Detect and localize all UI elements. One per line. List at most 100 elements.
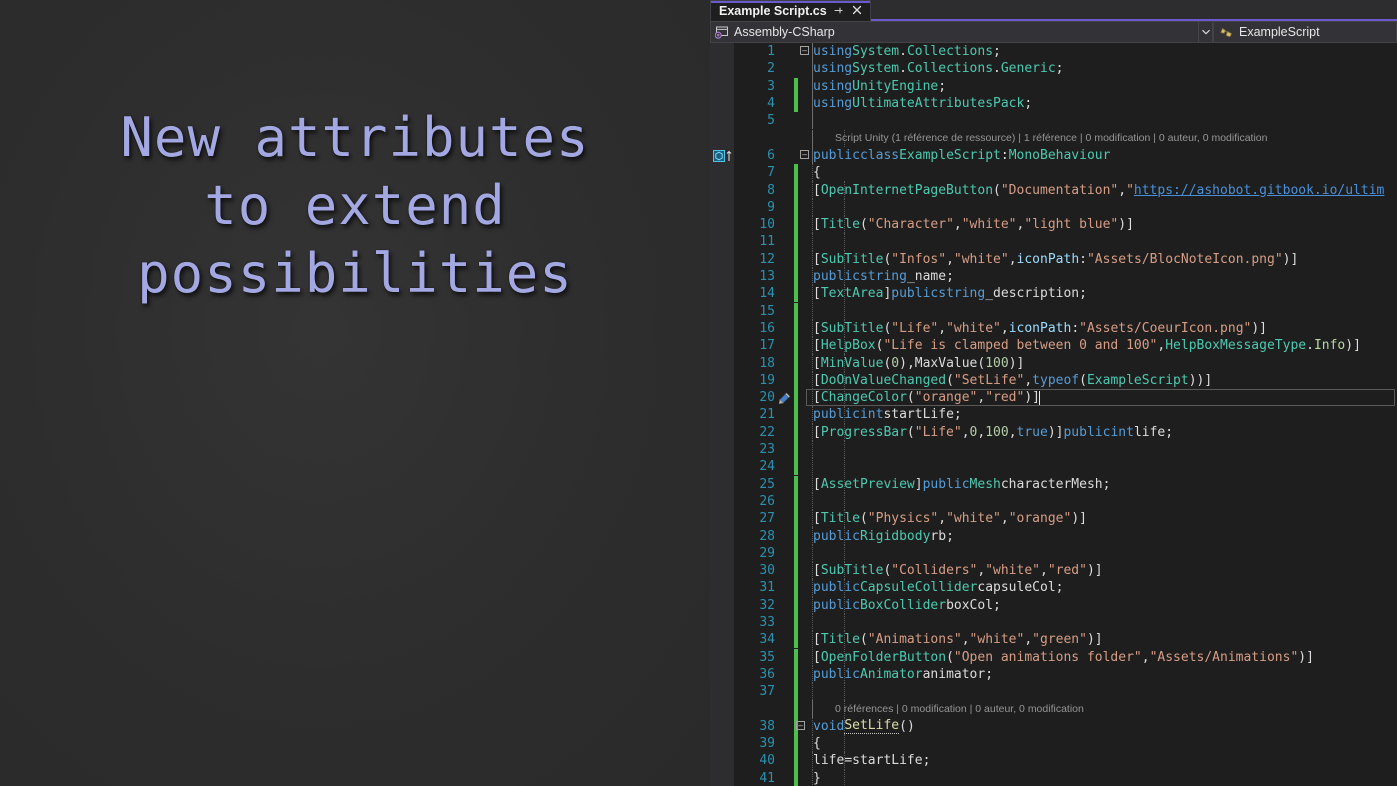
change-indicator xyxy=(794,285,798,302)
code-line[interactable]: 21 public int startLife; xyxy=(734,406,1397,423)
code-line[interactable]: 11 xyxy=(734,233,1397,250)
line-number: 16 xyxy=(734,321,775,336)
project-combo-dropdown-icon[interactable] xyxy=(1199,21,1213,43)
line-number: 22 xyxy=(734,425,775,440)
code-line[interactable]: 38– void SetLife() xyxy=(734,718,1397,735)
code-line[interactable]: 28 public Rigidbody rb; xyxy=(734,527,1397,544)
code-line[interactable]: 3using UnityEngine; xyxy=(734,78,1397,95)
tab-strip-empty xyxy=(871,0,1397,21)
code-line[interactable]: 33 xyxy=(734,614,1397,631)
change-indicator xyxy=(794,458,798,475)
code-line[interactable]: 7{ xyxy=(734,164,1397,181)
indent-guide xyxy=(844,545,845,562)
code-line[interactable]: 35 [OpenFolderButton("Open animations fo… xyxy=(734,649,1397,666)
type-combo-label: ExampleScript xyxy=(1239,25,1320,39)
indent-guide xyxy=(844,493,845,510)
project-combo-label: Assembly-CSharp xyxy=(734,25,835,39)
line-number: 23 xyxy=(734,442,775,457)
code-line[interactable]: 1–using System.Collections; xyxy=(734,43,1397,60)
code-line[interactable]: 6–public class ExampleScript : MonoBehav… xyxy=(734,147,1397,164)
change-indicator xyxy=(794,476,798,493)
indent-guide xyxy=(844,735,845,752)
unity-script-icon[interactable] xyxy=(713,150,732,162)
tab-example-script-cs[interactable]: Example Script.cs xyxy=(710,0,871,21)
code-line[interactable]: 19 [DoOnValueChanged("SetLife", typeof(E… xyxy=(734,372,1397,389)
code-line[interactable]: 2using System.Collections.Generic; xyxy=(734,60,1397,77)
code-line[interactable]: 14 [TextArea] public string _description… xyxy=(734,285,1397,302)
fold-toggle-icon[interactable]: – xyxy=(800,150,809,159)
code-line[interactable]: 4using UltimateAttributesPack; xyxy=(734,95,1397,112)
codelens-row[interactable]: Script Unity (1 référence de ressource) … xyxy=(734,130,1397,147)
code-line[interactable]: 10 [Title("Character", "white", "light b… xyxy=(734,216,1397,233)
line-number: 21 xyxy=(734,407,775,422)
line-number: 8 xyxy=(734,183,775,198)
change-indicator xyxy=(794,78,798,95)
change-indicator xyxy=(794,268,798,285)
code-text: [Title("Character", "white", "light blue… xyxy=(813,216,1134,233)
code-line[interactable]: 26 xyxy=(734,493,1397,510)
code-line[interactable]: 40 life = startLife; xyxy=(734,752,1397,769)
change-indicator xyxy=(794,545,798,562)
hero-title: New attributes to extend possibilities xyxy=(0,104,710,308)
line-number: 10 xyxy=(734,217,775,232)
code-text: [ChangeColor("orange", "red")] xyxy=(813,389,1040,406)
codelens-text[interactable]: 0 références | 0 modification | 0 auteur… xyxy=(835,700,1084,717)
line-number: 20 xyxy=(734,390,775,405)
code-line[interactable]: 12 [SubTitle("Infos", "white", iconPath:… xyxy=(734,251,1397,268)
line-number: 11 xyxy=(734,234,775,249)
code-line[interactable]: 41 } xyxy=(734,770,1397,786)
code-line[interactable]: 30 [SubTitle("Colliders", "white", "red"… xyxy=(734,562,1397,579)
codelens-text[interactable]: Script Unity (1 référence de ressource) … xyxy=(835,130,1267,147)
line-number: 27 xyxy=(734,511,775,526)
code-line[interactable]: 15 xyxy=(734,303,1397,320)
code-line[interactable]: 8 [OpenInternetPageButton("Documentation… xyxy=(734,181,1397,198)
indent-guide xyxy=(844,233,845,250)
code-text: life = startLife; xyxy=(813,752,930,769)
type-combo[interactable]: ExampleScript xyxy=(1213,21,1397,43)
code-line[interactable]: 24 xyxy=(734,458,1397,475)
code-line[interactable]: 9 xyxy=(734,199,1397,216)
structure-guide xyxy=(812,233,813,250)
code-line[interactable]: 36 public Animator animator; xyxy=(734,666,1397,683)
code-line[interactable]: 34 [Title("Animations", "white", "green"… xyxy=(734,631,1397,648)
codelens-row[interactable]: 0 références | 0 modification | 0 auteur… xyxy=(734,700,1397,717)
code-line[interactable]: 25 [AssetPreview] public Mesh characterM… xyxy=(734,476,1397,493)
code-line[interactable]: 13 public string _name; xyxy=(734,268,1397,285)
change-indicator xyxy=(794,441,798,458)
fold-toggle-icon[interactable]: – xyxy=(800,46,809,55)
change-indicator xyxy=(794,735,798,752)
change-indicator xyxy=(794,631,798,648)
code-text: [AssetPreview] public Mesh characterMesh… xyxy=(813,476,1110,493)
code-editor[interactable]: 1–using System.Collections;2using System… xyxy=(710,43,1397,786)
code-text: { xyxy=(813,164,821,181)
change-indicator xyxy=(794,614,798,631)
code-line[interactable]: 27 [Title("Physics", "white", "orange")] xyxy=(734,510,1397,527)
fold-toggle-icon[interactable]: – xyxy=(796,721,805,730)
code-line[interactable]: 5 xyxy=(734,112,1397,129)
code-line[interactable]: 32 public BoxCollider boxCol; xyxy=(734,597,1397,614)
code-line[interactable]: 17 [HelpBox("Life is clamped between 0 a… xyxy=(734,337,1397,354)
code-line[interactable]: 29 xyxy=(734,545,1397,562)
code-line[interactable]: 16 [SubTitle("Life", "white", iconPath: … xyxy=(734,320,1397,337)
code-text: public CapsuleCollider capsuleCol; xyxy=(813,579,1063,596)
code-line[interactable]: 39 { xyxy=(734,735,1397,752)
line-number: 15 xyxy=(734,304,775,319)
line-number: 35 xyxy=(734,650,775,665)
code-text: [Title("Animations", "white", "green")] xyxy=(813,631,1103,648)
code-line[interactable]: 22 [ProgressBar("Life", 0, 100, true)] p… xyxy=(734,424,1397,441)
project-combo[interactable]: Assembly-CSharp xyxy=(710,21,1199,43)
code-line[interactable]: 37 xyxy=(734,683,1397,700)
code-text: [HelpBox("Life is clamped between 0 and … xyxy=(813,337,1361,354)
code-line[interactable]: 20 [ChangeColor("orange", "red")] xyxy=(734,389,1397,406)
code-line[interactable]: 18 [MinValue(0), MaxValue(100)] xyxy=(734,354,1397,371)
code-text: [DoOnValueChanged("SetLife", typeof(Exam… xyxy=(813,372,1212,389)
pin-icon[interactable] xyxy=(833,5,845,18)
code-line[interactable]: 23 xyxy=(734,441,1397,458)
change-indicator xyxy=(794,199,798,216)
change-indicator xyxy=(794,579,798,596)
change-indicator xyxy=(794,493,798,510)
close-icon[interactable] xyxy=(851,5,863,17)
code-line[interactable]: 31 public CapsuleCollider capsuleCol; xyxy=(734,579,1397,596)
assembly-icon xyxy=(715,26,729,39)
visual-studio-window: Example Script.cs xyxy=(710,0,1397,786)
